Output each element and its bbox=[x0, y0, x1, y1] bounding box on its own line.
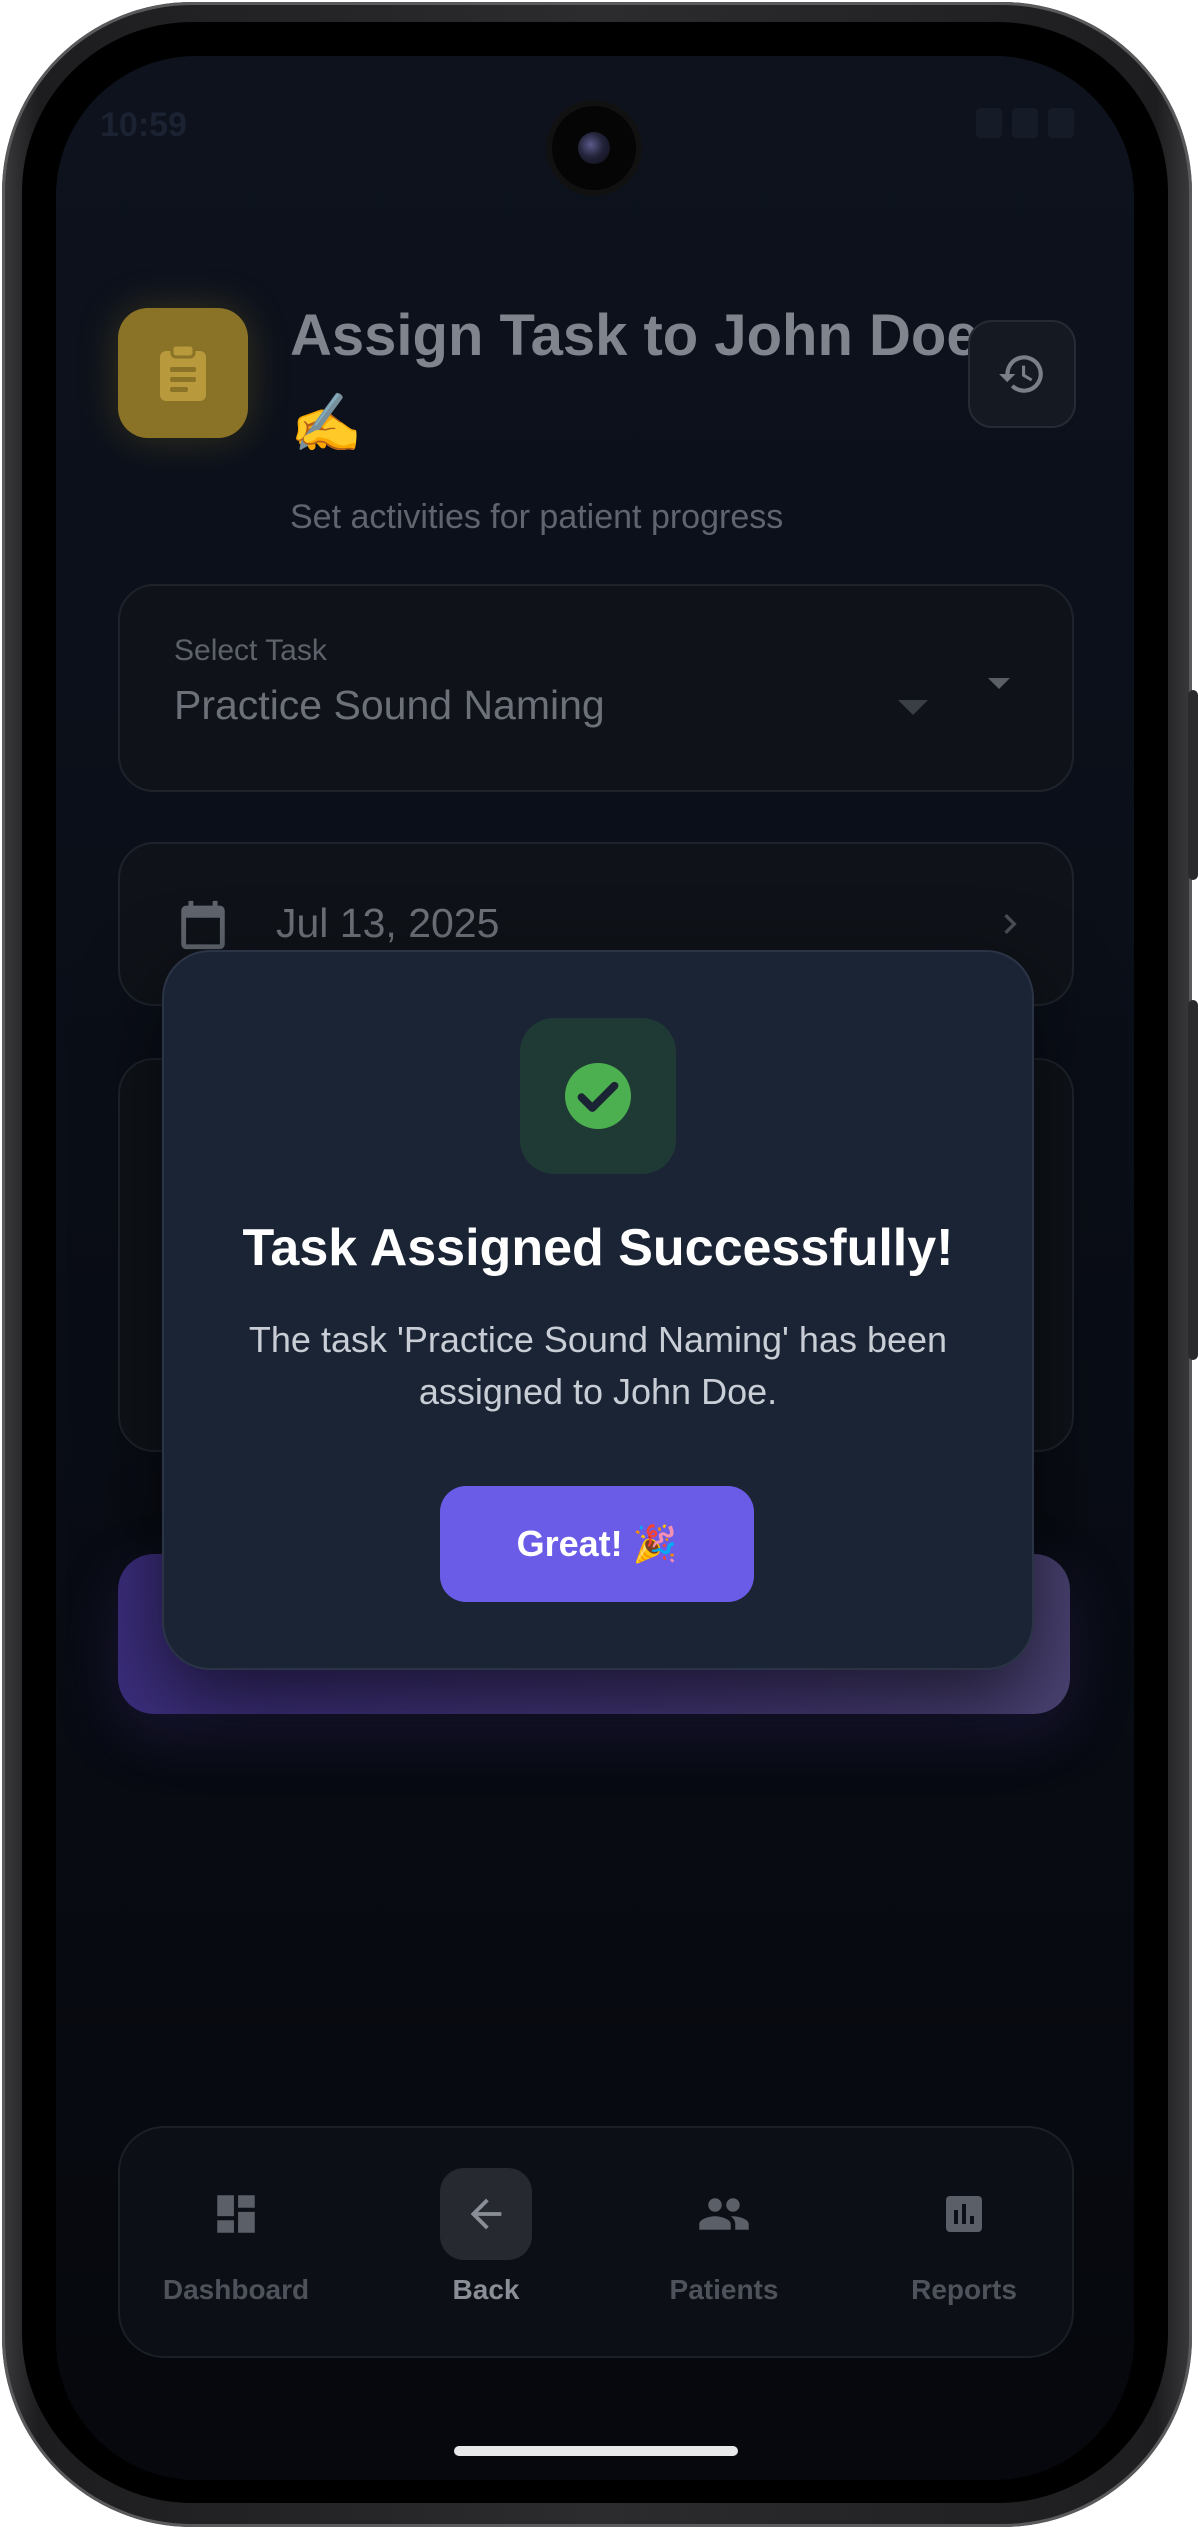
bar-chart-icon bbox=[918, 2168, 1010, 2260]
wifi-icon bbox=[976, 108, 1002, 138]
dropdown-arrow-icon bbox=[898, 700, 928, 715]
dialog-message: The task 'Practice Sound Naming' has bee… bbox=[248, 1319, 948, 1412]
chevron-down-icon bbox=[988, 678, 1010, 689]
nav-label-dashboard: Dashboard bbox=[162, 2274, 310, 2305]
task-select-label: Select Task bbox=[174, 634, 327, 667]
dialog-title: Task Assigned Successfully! bbox=[242, 1219, 954, 1277]
screen: 10:59 Assign Task to John Doe ✍️ Set act… bbox=[56, 56, 1134, 2480]
volume-button bbox=[1188, 690, 1198, 880]
nav-item-reports[interactable]: Reports bbox=[864, 2168, 1064, 2306]
due-date-value: Jul 13, 2025 bbox=[276, 900, 500, 946]
task-select-value: Practice Sound Naming bbox=[174, 682, 605, 728]
great-button[interactable]: Great! 🎉 bbox=[440, 1486, 754, 1602]
page-title: Assign Task to John Doe ✍️ bbox=[290, 303, 979, 456]
success-dialog: Task Assigned Successfully! The task 'Pr… bbox=[162, 950, 1034, 1670]
clipboard-icon bbox=[118, 308, 248, 438]
nav-item-patients[interactable]: Patients bbox=[624, 2168, 824, 2306]
nav-item-dashboard[interactable]: Dashboard bbox=[136, 2168, 336, 2306]
nav-label-reports: Reports bbox=[911, 2274, 1017, 2305]
page-subtitle: Set activities for patient progress bbox=[290, 498, 784, 536]
battery-icon bbox=[1048, 108, 1074, 138]
front-camera bbox=[552, 106, 636, 190]
bottom-navigation: Dashboard Back Patients Reports bbox=[118, 2126, 1074, 2358]
status-time: 10:59 bbox=[100, 106, 187, 144]
history-icon bbox=[999, 355, 1043, 393]
chevron-right-icon bbox=[1004, 914, 1017, 934]
arrow-back-icon bbox=[440, 2168, 532, 2260]
nav-label-patients: Patients bbox=[669, 2274, 779, 2305]
status-icons bbox=[976, 108, 1074, 138]
calendar-icon bbox=[181, 900, 225, 950]
history-button[interactable] bbox=[968, 320, 1076, 428]
signal-icon bbox=[1012, 108, 1038, 138]
dashboard-icon bbox=[190, 2168, 282, 2260]
people-icon bbox=[678, 2168, 770, 2260]
check-circle-icon bbox=[565, 1063, 631, 1129]
nav-item-back[interactable]: Back bbox=[386, 2168, 586, 2306]
task-select[interactable]: Select Task Practice Sound Naming bbox=[118, 584, 1074, 792]
power-button bbox=[1188, 1000, 1198, 1360]
success-icon-container bbox=[520, 1018, 676, 1174]
home-indicator[interactable] bbox=[454, 2446, 738, 2456]
nav-label-back: Back bbox=[452, 2274, 520, 2305]
